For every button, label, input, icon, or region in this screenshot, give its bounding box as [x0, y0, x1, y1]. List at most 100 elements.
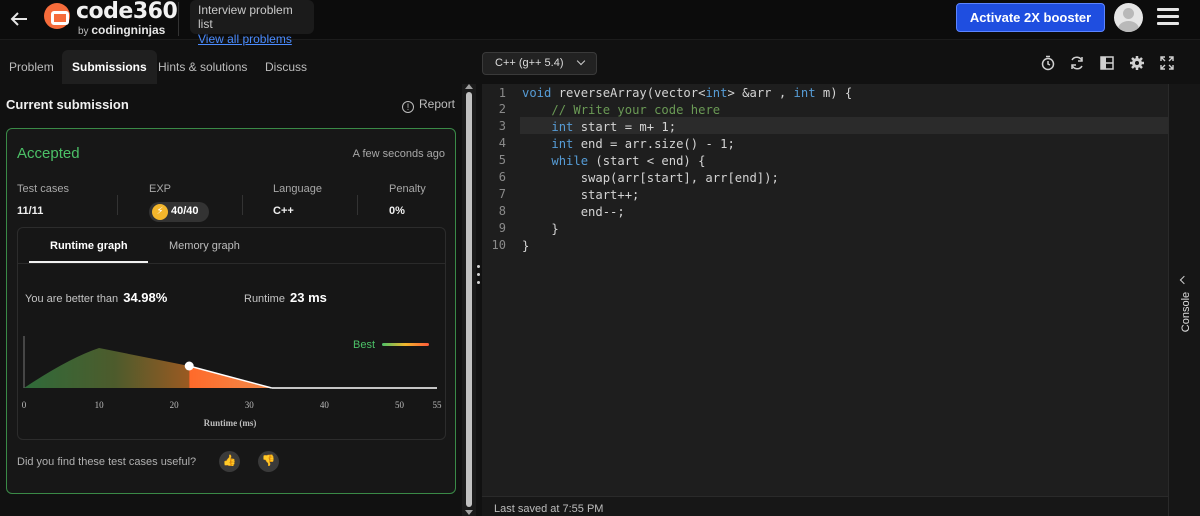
legend-best-swatch: [382, 343, 429, 346]
thumbs-up-icon[interactable]: 👍: [219, 451, 240, 472]
stat-value-exp: 40/40: [171, 205, 199, 217]
code-line[interactable]: start++;: [522, 188, 640, 202]
line-number: 3: [498, 119, 506, 133]
language-select[interactable]: C++ (g++ 5.4): [482, 52, 597, 75]
x-tick-label: 40: [320, 400, 330, 410]
submission-time: A few seconds ago: [352, 148, 445, 160]
stat-divider: [117, 195, 118, 215]
header-divider: [178, 2, 179, 36]
x-tick-label: 50: [395, 400, 405, 410]
avatar[interactable]: [1114, 3, 1143, 32]
legend-best-label: Best: [353, 339, 375, 351]
stat-label-test-cases: Test cases: [17, 183, 69, 195]
line-number: 9: [498, 221, 506, 235]
x-tick-label: 10: [95, 400, 105, 410]
left-panel-tabs: Problem Submissions Hints & solutions Di…: [0, 50, 468, 84]
last-saved-text: Last saved at 7:55 PM: [494, 503, 604, 515]
timer-icon[interactable]: [1040, 55, 1056, 71]
code360-logo[interactable]: code360 by codingninjas: [44, 0, 178, 37]
back-arrow-icon[interactable]: [8, 8, 30, 30]
submission-card: Accepted A few seconds ago Test cases 11…: [6, 128, 456, 494]
scroll-down-arrow-icon[interactable]: [465, 510, 473, 515]
graph-box: Runtime graph Memory graph You are bette…: [17, 227, 446, 440]
code-editor[interactable]: 1 2 3 4 5 6 7 8 9 10 void reverseArray(v…: [482, 84, 1168, 496]
x-tick-label: 20: [170, 400, 180, 410]
hamburger-menu-icon[interactable]: [1157, 8, 1179, 28]
stat-divider: [242, 195, 243, 215]
line-number: 6: [498, 170, 506, 184]
runtime-text: Runtime 23 ms: [244, 290, 327, 305]
better-than-value: 34.98%: [123, 290, 168, 305]
line-number-gutter: 1 2 3 4 5 6 7 8 9 10: [482, 84, 520, 496]
problem-list-title: Interview problem list: [198, 3, 293, 31]
console-label: Console: [1180, 291, 1192, 333]
code-line[interactable]: }: [522, 222, 558, 236]
tab-discuss[interactable]: Discuss: [265, 50, 307, 84]
editor-status-bar: Last saved at 7:55 PM: [482, 496, 1168, 516]
current-submission-title: Current submission: [6, 97, 129, 112]
chevron-down-icon: [576, 56, 586, 66]
code-line[interactable]: end--;: [522, 205, 625, 219]
report-label: Report: [419, 97, 456, 111]
x-tick-label: 30: [245, 400, 255, 410]
area-below-marker: [24, 348, 190, 388]
tab-submissions[interactable]: Submissions: [62, 50, 157, 84]
settings-gear-icon[interactable]: [1129, 55, 1145, 71]
layout-icon[interactable]: [1099, 55, 1115, 71]
stat-label-penalty: Penalty: [389, 183, 426, 195]
tab-runtime-graph[interactable]: Runtime graph: [50, 240, 128, 252]
scroll-up-arrow-icon[interactable]: [465, 84, 473, 89]
x-tick-label: 0: [22, 400, 27, 410]
line-number: 10: [491, 238, 506, 252]
code-line[interactable]: // Write your code here: [522, 103, 720, 117]
status-accepted: Accepted: [17, 145, 80, 162]
logo-badge-icon: [44, 3, 70, 29]
tab-problem[interactable]: Problem: [9, 50, 54, 84]
tab-hints-solutions[interactable]: Hints & solutions: [158, 50, 247, 84]
line-number: 7: [498, 187, 506, 201]
language-select-value: C++ (g++ 5.4): [495, 57, 564, 69]
exp-badge: ⚡ 40/40: [149, 202, 209, 222]
fullscreen-icon[interactable]: [1159, 55, 1175, 71]
refresh-icon[interactable]: [1069, 55, 1085, 71]
code-line[interactable]: }: [522, 239, 529, 253]
stat-label-language: Language: [273, 183, 322, 195]
stat-value-language: C++: [273, 205, 294, 217]
panel-resize-handle[interactable]: [477, 265, 481, 289]
view-all-problems-link[interactable]: View all problems: [198, 32, 306, 46]
chevron-left-icon: [1179, 275, 1189, 285]
x-tick-label: 55: [433, 400, 443, 410]
runtime-chart: Best 0 10 20 30 40 50 55 Runtime (ms): [22, 336, 443, 428]
activate-booster-button[interactable]: Activate 2X booster: [956, 3, 1105, 32]
line-number: 2: [498, 102, 506, 116]
stat-label-exp: EXP: [149, 183, 172, 195]
line-number: 8: [498, 204, 506, 218]
better-than-text: You are better than 34.98%: [25, 290, 168, 305]
logo-main-text: code360: [76, 0, 178, 24]
code-line[interactable]: int end = arr.size() - 1;: [522, 137, 734, 151]
info-icon: !: [402, 101, 414, 113]
tab-divider: [18, 263, 445, 264]
runtime-marker: [184, 361, 194, 371]
logo-sub-text: by codingninjas: [78, 23, 166, 37]
report-button[interactable]: ! Report: [402, 97, 455, 113]
left-panel-scrollbar[interactable]: [462, 84, 476, 516]
useful-question: Did you find these test cases useful?: [17, 456, 197, 468]
lightning-icon: ⚡: [152, 204, 168, 220]
stat-value-penalty: 0%: [389, 205, 405, 217]
runtime-value: 23 ms: [290, 290, 327, 305]
code-line[interactable]: int start = m+ 1;: [522, 120, 676, 134]
line-number: 4: [498, 136, 506, 150]
thumbs-down-icon[interactable]: 👎: [258, 451, 279, 472]
code-line[interactable]: void reverseArray(vector<int> &arr , int…: [522, 86, 852, 100]
scroll-thumb[interactable]: [466, 92, 472, 507]
code-line[interactable]: while (start < end) {: [522, 154, 705, 168]
problem-list-box: Interview problem list View all problems: [190, 0, 314, 46]
tab-memory-graph[interactable]: Memory graph: [169, 240, 240, 252]
stat-divider: [357, 195, 358, 215]
line-number: 5: [498, 153, 506, 167]
console-toggle[interactable]: Console: [1168, 84, 1200, 516]
line-number: 1: [498, 86, 506, 100]
top-bar: code360 by codingninjas Interview proble…: [0, 0, 1200, 46]
code-line[interactable]: swap(arr[start], arr[end]);: [522, 171, 779, 185]
